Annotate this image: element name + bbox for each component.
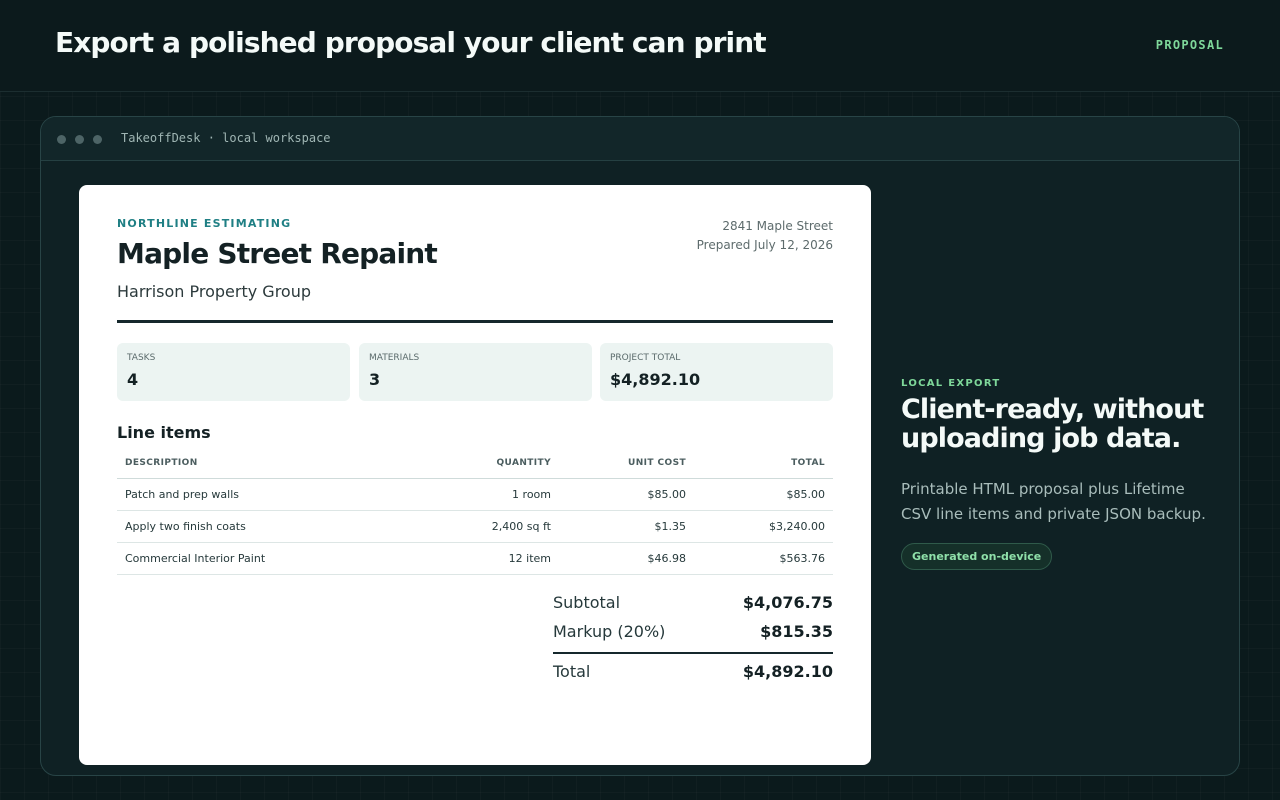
feature-title: Client-ready, without uploading job data… xyxy=(901,394,1204,454)
col-total: TOTAL xyxy=(791,458,825,468)
col-description: DESCRIPTION xyxy=(125,458,198,468)
window-close-dot[interactable] xyxy=(57,135,66,144)
stat-label: MATERIALS xyxy=(369,353,420,363)
stat-project-total: PROJECT TOTAL $4,892.10 xyxy=(600,343,833,401)
table-row: Apply two finish coats 2,400 sq ft $1.35… xyxy=(117,511,833,543)
subtotal-label: Subtotal xyxy=(553,593,621,612)
generated-badge: Generated on-device xyxy=(901,543,1053,570)
feature-panel: LOCAL EXPORT Client-ready, without uploa… xyxy=(901,378,1221,570)
client-name: Harrison Property Group xyxy=(117,282,312,301)
row-total: $85.00 xyxy=(786,488,826,501)
stat-materials: MATERIALS 3 xyxy=(359,343,592,401)
row-description: Commercial Interior Paint xyxy=(125,552,266,565)
row-quantity: 2,400 sq ft xyxy=(491,520,551,533)
page-headline: Export a polished proposal your client c… xyxy=(55,26,767,59)
section-tag: PROPOSAL xyxy=(1155,38,1224,52)
row-total: $3,240.00 xyxy=(769,520,825,533)
stat-label: PROJECT TOTAL xyxy=(610,353,681,363)
prepared-date: Prepared July 12, 2026 xyxy=(696,238,833,252)
total-label: Total xyxy=(553,662,591,681)
row-quantity: 1 room xyxy=(512,488,551,501)
top-bar: Export a polished proposal your client c… xyxy=(0,0,1280,92)
project-title: Maple Street Repaint xyxy=(117,237,438,270)
stat-value: 4 xyxy=(127,370,139,389)
window-maximize-dot[interactable] xyxy=(93,135,102,144)
totals-divider xyxy=(553,652,833,654)
row-quantity: 12 item xyxy=(508,552,551,565)
stat-value: 3 xyxy=(369,370,381,389)
row-total: $563.76 xyxy=(779,552,826,565)
subtotal-row: Subtotal $4,076.75 xyxy=(553,589,833,618)
row-description: Patch and prep walls xyxy=(125,488,239,501)
line-items-title: Line items xyxy=(117,423,211,442)
row-unit-cost: $46.98 xyxy=(647,552,687,565)
stat-tasks: TASKS 4 xyxy=(117,343,350,401)
feature-tag: LOCAL EXPORT xyxy=(901,378,1001,389)
window-minimize-dot[interactable] xyxy=(75,135,84,144)
project-address: 2841 Maple Street xyxy=(722,219,833,233)
stat-value: $4,892.10 xyxy=(610,370,701,389)
line-items-table: DESCRIPTION QUANTITY UNIT COST TOTAL Pat… xyxy=(117,447,833,575)
table-header: DESCRIPTION QUANTITY UNIT COST TOTAL xyxy=(117,447,833,479)
markup-value: $815.35 xyxy=(760,622,833,641)
total-value: $4,892.10 xyxy=(742,662,833,681)
row-unit-cost: $85.00 xyxy=(647,488,687,501)
col-unit-cost: UNIT COST xyxy=(628,458,686,468)
totals-block: Subtotal $4,076.75 Markup (20%) $815.35 … xyxy=(553,589,833,687)
total-row: Total $4,892.10 xyxy=(553,658,833,687)
col-quantity: QUANTITY xyxy=(496,458,551,468)
row-unit-cost: $1.35 xyxy=(654,520,687,533)
table-row: Commercial Interior Paint 12 item $46.98… xyxy=(117,543,833,575)
row-description: Apply two finish coats xyxy=(125,520,246,533)
subtotal-value: $4,076.75 xyxy=(742,593,833,612)
markup-row: Markup (20%) $815.35 xyxy=(553,618,833,647)
company-name: NORTHLINE ESTIMATING xyxy=(117,217,292,230)
feature-description: Printable HTML proposal plus Lifetime CS… xyxy=(901,480,1206,523)
proposal-document: NORTHLINE ESTIMATING Maple Street Repain… xyxy=(79,185,871,765)
table-row: Patch and prep walls 1 room $85.00 $85.0… xyxy=(117,479,833,511)
window-titlebar: TakeoffDesk · local workspace xyxy=(41,117,1239,161)
markup-label: Markup (20%) xyxy=(553,622,666,641)
stat-label: TASKS xyxy=(127,353,156,363)
window-title: TakeoffDesk · local workspace xyxy=(121,131,331,145)
header-divider xyxy=(117,320,833,323)
proposal-meta: 2841 Maple Street Prepared July 12, 2026 xyxy=(697,217,833,255)
